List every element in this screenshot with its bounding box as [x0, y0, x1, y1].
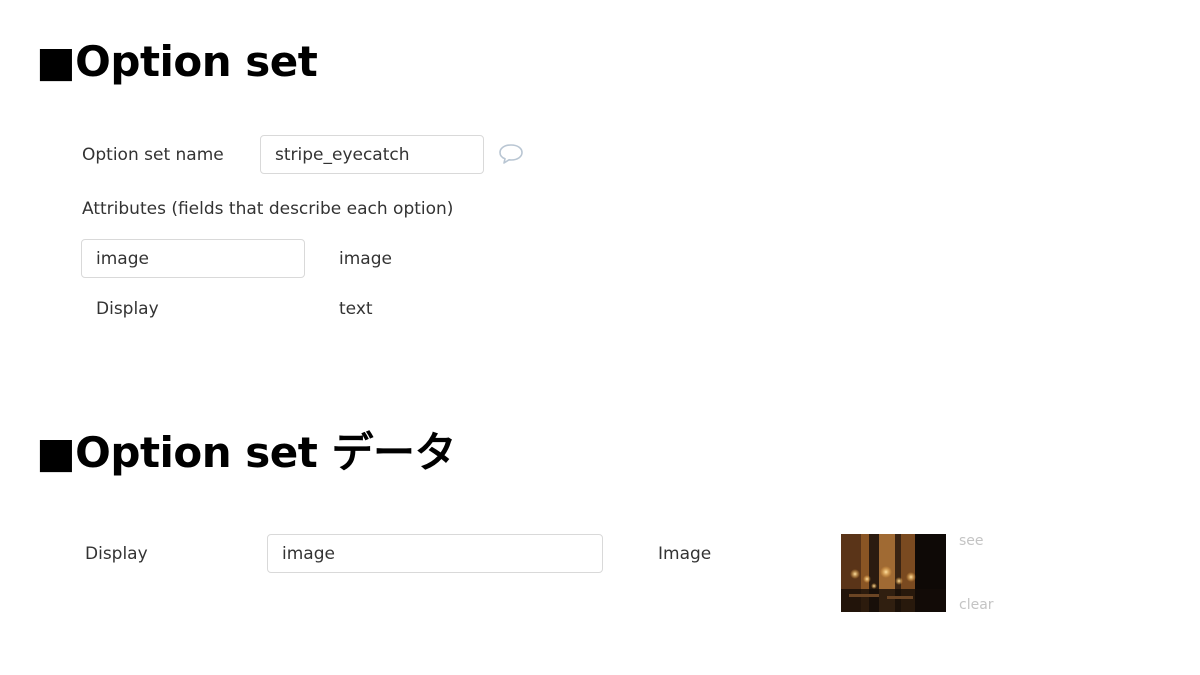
option-set-name-input[interactable]	[260, 135, 484, 174]
display-value-input[interactable]	[267, 534, 603, 573]
section-heading-option-set-data: ■Option set データ	[36, 428, 457, 477]
section-heading-option-set: ■Option set	[36, 37, 318, 86]
image-label: Image	[658, 544, 712, 564]
display-label: Display	[85, 544, 148, 564]
attributes-label: Attributes (fields that describe each op…	[82, 199, 454, 219]
attribute-type: text	[339, 299, 373, 319]
image-thumbnail[interactable]	[841, 534, 946, 612]
attribute-name-input[interactable]	[81, 239, 305, 278]
speech-bubble-icon[interactable]	[497, 142, 525, 166]
attribute-name: Display	[96, 299, 159, 319]
clear-image-link[interactable]: clear	[959, 597, 994, 613]
see-image-link[interactable]: see	[959, 533, 984, 549]
option-set-name-label: Option set name	[82, 145, 224, 165]
attribute-type: image	[339, 249, 392, 269]
